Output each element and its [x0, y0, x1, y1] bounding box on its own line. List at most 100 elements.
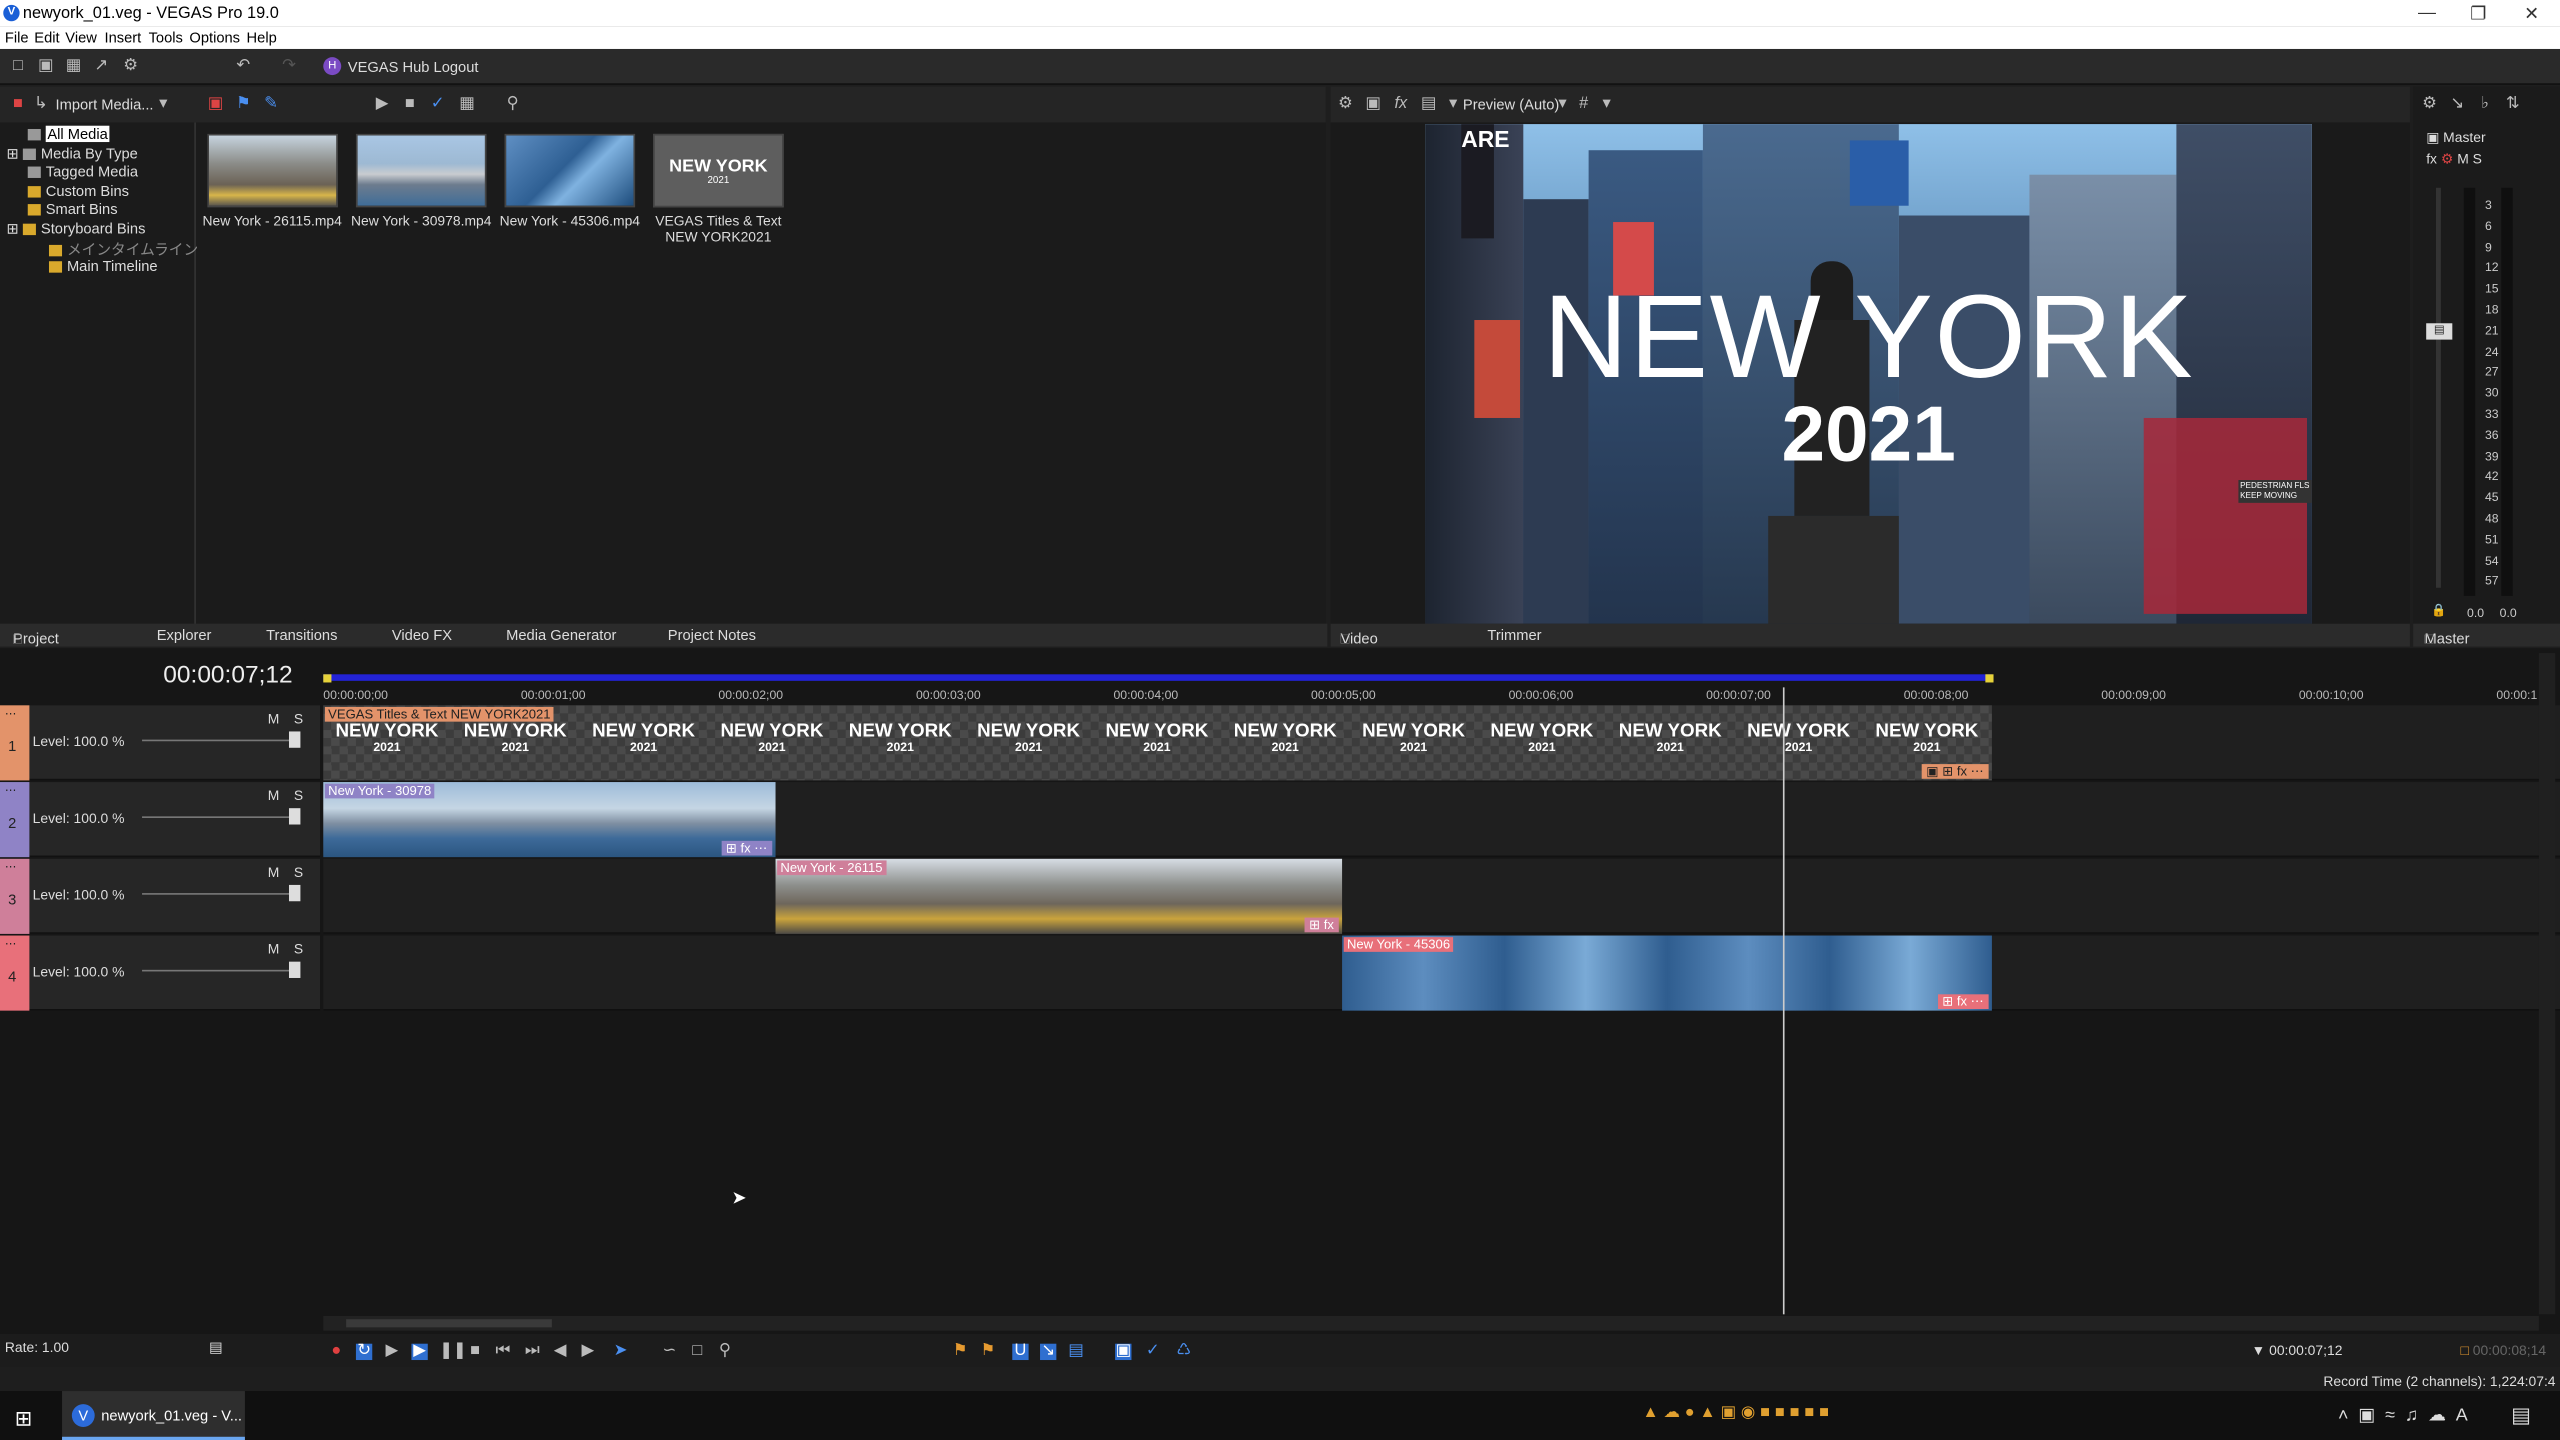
track-header[interactable]: ⋯ 3 Level: 100.0 % M S — [0, 858, 321, 934]
track-menu-icon[interactable]: ⋯ — [5, 707, 16, 720]
external-monitor-icon[interactable]: ▣ — [1365, 96, 1381, 112]
clip-26115-fx-button[interactable]: ⊞ fx — [1304, 917, 1339, 933]
track-number-strip[interactable]: ⋯ 1 — [0, 705, 30, 781]
master-fader-handle[interactable]: ▤ — [2426, 323, 2453, 340]
preview-quality-select[interactable]: Preview (Auto) — [1463, 96, 1559, 112]
tree-item-main-timeline-jp[interactable]: メインタイムライン — [48, 238, 198, 259]
tab-media-generator[interactable]: Media Generator — [506, 627, 616, 643]
playhead[interactable] — [1782, 687, 1785, 1315]
video-fx-icon[interactable]: fx — [1393, 96, 1409, 112]
timecode-display[interactable]: 00:00:07;12 — [163, 661, 292, 689]
loop-start-marker[interactable] — [323, 674, 332, 683]
downmix-icon[interactable]: ↘ — [2449, 96, 2465, 112]
next-frame-icon[interactable]: ▶ — [580, 1343, 596, 1360]
master-solo-button[interactable]: S — [2473, 150, 2482, 166]
menu-tools[interactable]: Tools — [149, 29, 183, 45]
overlays-dropdown-icon[interactable]: ▾ — [1598, 96, 1614, 112]
media-icon[interactable]: ■ — [10, 96, 26, 112]
tab-explorer[interactable]: Explorer — [157, 627, 212, 643]
vertical-scrollbar[interactable] — [2538, 653, 2556, 1315]
notification-icon[interactable]: ▤ — [2511, 1402, 2531, 1428]
smart-split-icon[interactable]: ♺ — [1176, 1343, 1192, 1360]
open-icon[interactable]: ▣ — [38, 58, 54, 75]
tree-item-custom-bins[interactable]: Custom Bins — [27, 183, 129, 199]
track-solo-button[interactable]: S — [294, 710, 303, 726]
track-solo-button[interactable]: S — [294, 864, 303, 880]
master-lock-icon[interactable]: 🔒 — [2431, 602, 2446, 617]
close-icon[interactable]: ✕ — [2524, 3, 2539, 25]
views-icon[interactable]: ▦ — [459, 96, 475, 112]
restore-icon[interactable]: ❐ — [2470, 3, 2486, 25]
windows-start-icon[interactable]: ⊞ — [15, 1406, 33, 1432]
tree-item-tagged-media[interactable]: Tagged Media — [27, 163, 138, 180]
capture-icon[interactable]: ▣ — [207, 96, 223, 112]
system-tray-icons[interactable]: ˄▣≈♫☁A — [2338, 1404, 2478, 1426]
insert-region-icon[interactable]: ⚑ — [980, 1343, 996, 1360]
play-media-icon[interactable]: ▶ — [374, 96, 390, 112]
master-mute-button[interactable]: M — [2457, 150, 2469, 166]
clip-new-york-26115[interactable]: New York - 26115 ⊞ fx — [775, 858, 1343, 934]
get-media-icon[interactable]: ⚑ — [235, 96, 251, 112]
clip-30978-fx-button[interactable]: ⊞ fx ⋯ — [720, 840, 773, 856]
quality-dropdown-icon[interactable]: ▾ — [1554, 96, 1570, 112]
track-menu-icon[interactable]: ⋯ — [5, 937, 16, 950]
track-solo-button[interactable]: S — [294, 940, 303, 956]
loop-region[interactable] — [323, 674, 1992, 681]
lock-envelopes-icon[interactable]: ▣ — [1115, 1343, 1132, 1361]
properties-icon[interactable]: ⚙ — [122, 58, 138, 75]
track-mute-button[interactable]: M — [268, 940, 280, 956]
tree-item-media-by-type[interactable]: ⊞ Media By Type — [7, 145, 138, 163]
media-thumb-26115[interactable] — [207, 133, 338, 208]
zoom-tool-icon[interactable]: ⚲ — [717, 1343, 733, 1360]
clip-45306-fx-button[interactable]: ⊞ fx ⋯ — [1937, 994, 1989, 1010]
dim-icon[interactable]: ♭ — [2477, 96, 2493, 112]
hub-logout-button[interactable]: VEGAS Hub Logout — [348, 59, 479, 75]
timeline-ruler[interactable]: 00:00:00;00 00:00:01;00 00:00:02;00 00:00:0… — [323, 687, 2543, 707]
tab-transitions[interactable]: Transitions — [266, 627, 337, 643]
selection-tool-icon[interactable]: □ — [689, 1343, 705, 1360]
preview-dropdown-icon[interactable]: ▾ — [1445, 96, 1461, 112]
search-icon[interactable]: ⚲ — [505, 96, 521, 112]
track-header[interactable]: ⋯ 1 Level: 100.0 % M S — [0, 705, 321, 781]
envelope-tool-icon[interactable]: ∽ — [661, 1343, 677, 1360]
record-icon[interactable]: ● — [328, 1343, 344, 1360]
track-level-handle[interactable] — [288, 731, 301, 748]
stop-icon[interactable]: ■ — [467, 1343, 483, 1360]
track-level-slider[interactable] — [142, 969, 299, 972]
menu-insert[interactable]: Insert — [104, 29, 141, 45]
new-project-icon[interactable]: □ — [10, 58, 26, 75]
normal-edit-tool-icon[interactable]: ➤ — [612, 1343, 628, 1360]
clip-title-fx-button[interactable]: ▣ ⊞ fx ⋯ — [1921, 764, 1989, 779]
track-level-handle[interactable] — [288, 961, 301, 978]
tab-trimmer[interactable]: Trimmer — [1487, 627, 1541, 643]
scrollbar-thumb[interactable] — [346, 1319, 552, 1328]
split-screen-icon[interactable]: ▤ — [1420, 96, 1436, 112]
tree-item-main-timeline[interactable]: Main Timeline — [48, 258, 158, 274]
auto-crossfade-icon[interactable]: ↘ — [1040, 1343, 1057, 1361]
track-number-strip[interactable]: ⋯ 4 — [0, 935, 30, 1011]
play-icon[interactable]: ▶ — [411, 1343, 428, 1361]
menu-file[interactable]: File — [5, 29, 29, 45]
menu-options[interactable]: Options — [189, 29, 240, 45]
media-thumb-30978[interactable] — [355, 133, 487, 208]
track-lane[interactable] — [323, 858, 2560, 934]
media-thumb-45306[interactable] — [504, 133, 636, 208]
track-menu-icon[interactable]: ⋯ — [5, 784, 16, 796]
extract-audio-icon[interactable]: ✎ — [263, 96, 279, 112]
track-mute-button[interactable]: M — [268, 864, 280, 880]
preview-settings-icon[interactable]: ⚙ — [1337, 96, 1353, 112]
horizontal-scrollbar[interactable] — [323, 1315, 2539, 1331]
track-level-slider[interactable] — [142, 893, 299, 895]
track-level-handle[interactable] — [288, 808, 301, 825]
track-number-strip[interactable]: ⋯ 3 — [0, 858, 30, 934]
stop-media-icon[interactable]: ■ — [402, 96, 418, 112]
import-dropdown-icon[interactable]: ▾ — [155, 96, 171, 112]
loop-end-marker[interactable] — [1985, 674, 1994, 683]
snapping-icon[interactable]: U — [1012, 1343, 1029, 1361]
redo-icon[interactable]: ↷ — [281, 58, 297, 75]
undo-icon[interactable]: ↶ — [235, 58, 251, 75]
clip-title-text[interactable]: VEGAS Titles & Text NEW YORK2021 NEW YOR… — [323, 705, 1992, 781]
play-from-start-icon[interactable]: ▶ — [384, 1343, 400, 1360]
media-thumb-title[interactable]: NEW YORK 2021 — [653, 133, 784, 208]
menu-help[interactable]: Help — [247, 29, 277, 45]
